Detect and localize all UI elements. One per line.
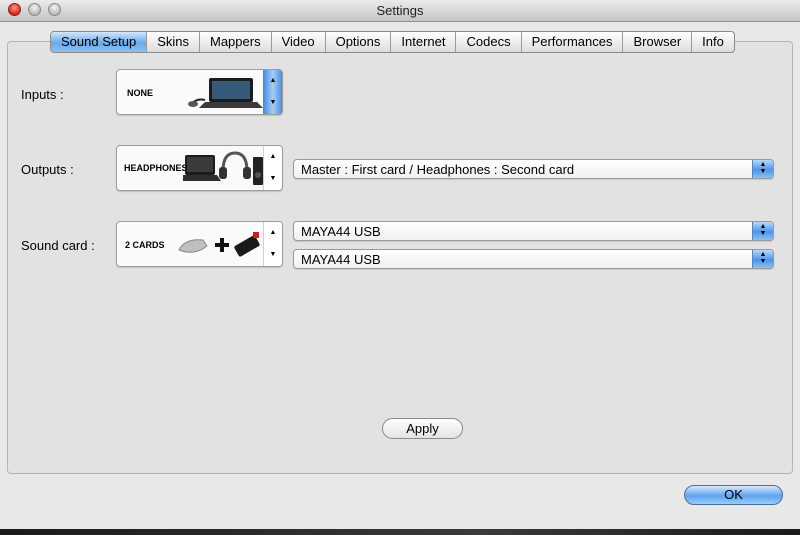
tab-info[interactable]: Info [692,32,734,52]
inputs-up-arrow-icon[interactable]: ▲ [264,70,282,92]
tab-video[interactable]: Video [272,32,326,52]
apply-button[interactable]: Apply [382,418,463,439]
two-cards-plus-icon [178,232,260,257]
sound-card-selector[interactable]: 2 CARDS ▲ ▼ [116,221,283,267]
tab-codecs[interactable]: Codecs [456,32,522,52]
title-bar: Settings [0,0,800,22]
window-title: Settings [376,3,424,18]
sound-card-1-value: MAYA44 USB [301,224,381,239]
inputs-selector[interactable]: NONE ▲ ▼ [116,69,283,115]
sound-card-stepper[interactable]: ▲ ▼ [263,222,282,266]
laptop-mic-icon [188,78,263,108]
inputs-stepper[interactable]: ▲ ▼ [263,70,282,114]
sound-card-2-value: MAYA44 USB [301,252,381,267]
sound-card-1-arrows-icon[interactable]: ▲ ▼ [752,222,773,240]
output-mode-arrows-icon[interactable]: ▲ ▼ [752,160,773,178]
laptop-headphones-speaker-icon [183,151,263,185]
tab-browser[interactable]: Browser [623,32,693,52]
sound-card-up-arrow-icon[interactable]: ▲ [264,222,282,244]
sound-card-down-arrow-icon[interactable]: ▼ [264,244,282,266]
sound-card-selector-text: 2 CARDS [125,240,165,250]
tab-performances[interactable]: Performances [522,32,624,52]
tab-internet[interactable]: Internet [391,32,457,52]
sound-card-2-arrows-icon[interactable]: ▲ ▼ [752,250,773,268]
outputs-label: Outputs : [21,162,74,177]
outputs-down-arrow-icon[interactable]: ▼ [264,168,282,190]
desktop-edge [0,529,800,535]
ok-button[interactable]: OK [684,485,783,505]
inputs-selector-text: NONE [127,88,154,98]
sound-card-label: Sound card : [21,238,95,253]
sound-card-2-dropdown[interactable]: MAYA44 USB ▲ ▼ [293,249,774,269]
output-mode-dropdown[interactable]: Master : First card / Headphones : Secon… [293,159,774,179]
tab-options[interactable]: Options [326,32,392,52]
outputs-up-arrow-icon[interactable]: ▲ [264,146,282,168]
outputs-stepper[interactable]: ▲ ▼ [263,146,282,190]
tab-skins[interactable]: Skins [147,32,200,52]
tab-bar: Sound Setup Skins Mappers Video Options … [50,31,735,53]
output-mode-value: Master : First card / Headphones : Secon… [301,162,575,177]
tab-sound-setup[interactable]: Sound Setup [51,32,148,52]
tab-mappers[interactable]: Mappers [200,32,272,52]
sound-card-1-dropdown[interactable]: MAYA44 USB ▲ ▼ [293,221,774,241]
outputs-selector-text: HEADPHONES [124,163,188,173]
inputs-down-arrow-icon[interactable]: ▼ [264,92,282,114]
outputs-selector[interactable]: HEADPHONES ▲ ▼ [116,145,283,191]
inputs-label: Inputs : [21,87,64,102]
